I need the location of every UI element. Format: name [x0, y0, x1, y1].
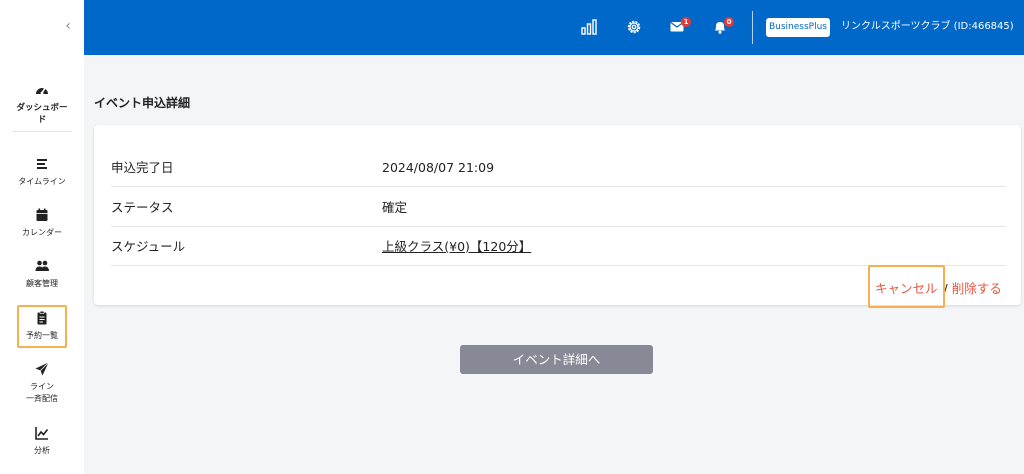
- reservations-highlight-box: [17, 305, 67, 348]
- cancel-highlight-box: [868, 265, 945, 308]
- sidebar-item-label: ライン 一斉配信: [26, 382, 58, 403]
- sidebar-item-line-broadcast[interactable]: ライン 一斉配信: [0, 361, 84, 405]
- sidebar-item-timeline[interactable]: タイムライン: [0, 156, 84, 188]
- sidebar-item-calendar[interactable]: カレンダー: [0, 207, 84, 239]
- row-label: スケジュール: [111, 239, 186, 254]
- sidebar-item-dashboard[interactable]: ダッシュボー ド: [0, 82, 84, 126]
- schedule-link[interactable]: 上級クラス(¥0)【120分】: [382, 227, 531, 266]
- chart-line-icon: [35, 427, 49, 440]
- gear-icon[interactable]: [625, 18, 643, 36]
- notification-count-badge: 0: [724, 17, 734, 27]
- sidebar-item-label: ダッシュボー ド: [16, 103, 68, 125]
- detail-row-completed-date: 申込完了日 2024/08/07 21:09: [111, 148, 1006, 187]
- dashboard-gauge-icon: [36, 87, 48, 95]
- header-separator: [752, 11, 753, 44]
- sidebar: ‹ ダッシュボー ド タイムライン カレンダー 顧客管理 予約一覧 ライン 一斉…: [0, 0, 84, 474]
- plan-badge: BusinessPlus: [766, 18, 830, 37]
- page-title: イベント申込詳細: [94, 96, 191, 110]
- row-label: ステータス: [111, 200, 174, 215]
- account-name[interactable]: リンクルスポーツクラブ (ID:466845): [841, 20, 1014, 34]
- top-header: 1 0 BusinessPlus リンクルスポーツクラブ (ID:466845): [84, 0, 1024, 55]
- event-detail-button[interactable]: イベント詳細へ: [460, 345, 653, 374]
- sidebar-item-analytics[interactable]: 分析: [0, 425, 84, 457]
- collapse-sidebar-icon[interactable]: ‹: [61, 18, 75, 34]
- mail-count-badge: 1: [681, 17, 691, 27]
- calendar-icon: [36, 208, 48, 221]
- bar-chart-icon[interactable]: [580, 18, 598, 36]
- sidebar-item-label: カレンダー: [22, 228, 62, 237]
- sidebar-item-customers[interactable]: 顧客管理: [0, 258, 84, 290]
- row-value: 確定: [382, 200, 408, 215]
- sidebar-item-label: タイムライン: [18, 177, 66, 186]
- detail-row-status: ステータス 確定: [111, 188, 1006, 227]
- sidebar-item-label: 顧客管理: [26, 279, 58, 288]
- sidebar-item-label: 分析: [34, 446, 50, 455]
- sidebar-divider: [12, 131, 72, 132]
- row-label: 申込完了日: [111, 160, 174, 175]
- paper-plane-icon: [35, 362, 49, 376]
- timeline-lines-icon: [37, 159, 47, 169]
- users-icon: [35, 260, 49, 271]
- delete-link[interactable]: 削除する: [952, 281, 1002, 296]
- row-value: 2024/08/07 21:09: [382, 160, 495, 175]
- detail-row-schedule: スケジュール 上級クラス(¥0)【120分】: [111, 227, 1006, 266]
